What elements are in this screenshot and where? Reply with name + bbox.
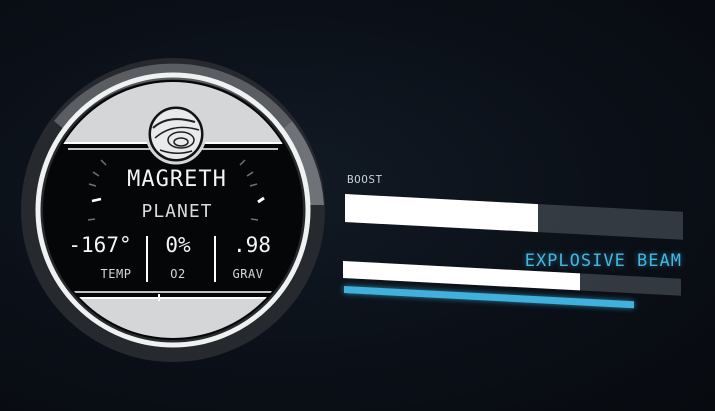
planet-scanner: MAGRETH PLANET -167° TEMP 0% O2 .98 GRAV (0, 0, 360, 411)
boost-bar-fill (345, 194, 538, 233)
temperature-value: -167° (68, 233, 132, 257)
planet-globe-icon (145, 103, 207, 165)
gravity-value: .98 (233, 233, 271, 257)
oxygen-value: 0% (165, 233, 191, 257)
boost-label: BOOST (347, 173, 383, 186)
planet-name: MAGRETH (127, 167, 227, 192)
ship-status-panel: BOOST EXPLOSIVE BEAM (340, 170, 690, 330)
gravity-label: GRAV (232, 267, 264, 281)
oxygen-label: O2 (170, 267, 186, 281)
boost-bar (345, 194, 683, 240)
planet-type: PLANET (141, 201, 213, 222)
weapon-name: EXPLOSIVE BEAM (524, 251, 682, 271)
